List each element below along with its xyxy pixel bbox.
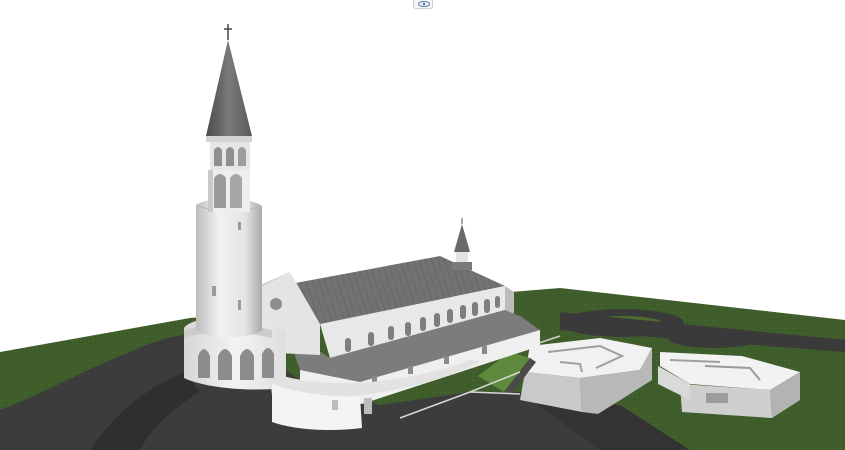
eye-icon <box>418 1 430 7</box>
3d-model-viewport[interactable] <box>0 0 845 450</box>
bell-tower <box>195 24 263 338</box>
view-toggle-button[interactable] <box>413 0 433 9</box>
rear-spire <box>452 218 472 270</box>
church-model-render <box>0 24 845 450</box>
